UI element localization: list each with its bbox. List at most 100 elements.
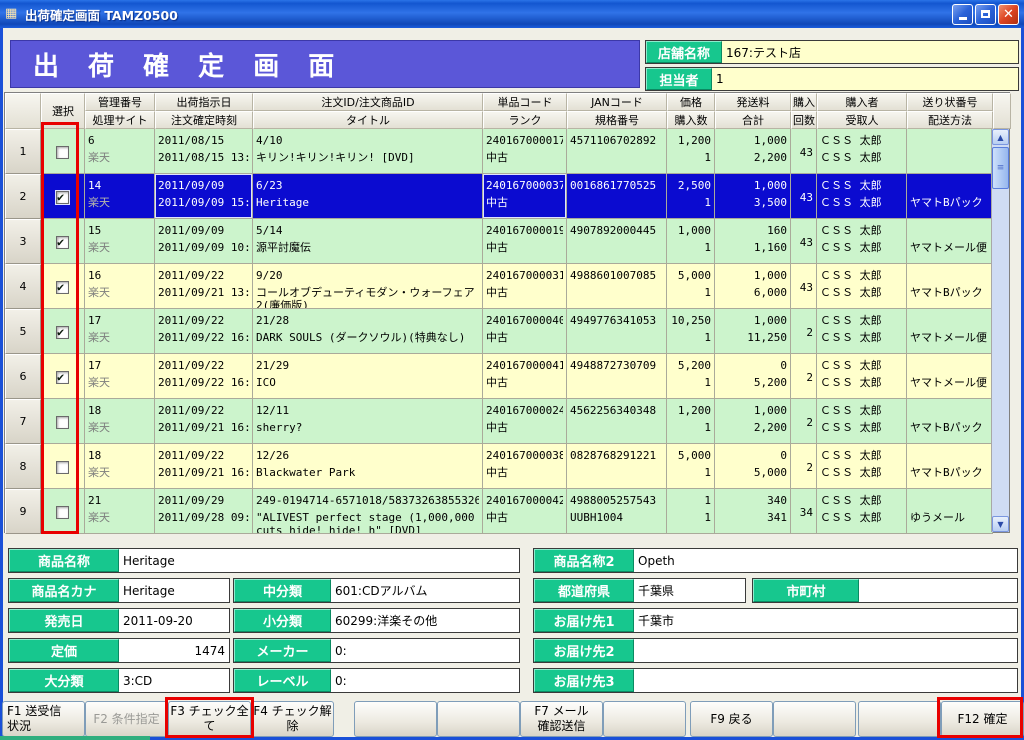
cell-price: 11 — [667, 489, 715, 534]
record-label-label: レーベル — [234, 669, 331, 692]
cell-buyer-line1: ＣＳＳ 太郎 — [820, 134, 882, 147]
cell-code-line1: 240167000038 — [486, 449, 563, 462]
cell-kanri: 16 楽天 — [85, 264, 155, 309]
row-checkbox[interactable] — [56, 280, 69, 294]
release-date-value[interactable]: 2011-09-20 — [119, 609, 229, 632]
header-times-bottom: 回数 — [791, 111, 817, 129]
cell-invoice-line2: ヤマトメール便 — [910, 376, 987, 389]
table-row[interactable]: 3 15 楽天 2011/09/09 2011/09/09 10:43 5/14 源平討魔伝… — [5, 219, 993, 264]
store-name-value[interactable]: 167:テスト店 — [722, 41, 1018, 63]
table-row[interactable]: 7 18 楽天 2011/09/22 2011/09/21 16:46 12/11 sher… — [5, 399, 993, 444]
cell-order-title: 12/26 Blackwater Park — [253, 444, 483, 489]
header-col-times: 購入 回数 — [791, 93, 817, 129]
staff-value[interactable]: 1 — [712, 68, 1018, 90]
fkey-f4-button[interactable]: F4 チェック解除 — [251, 701, 334, 737]
row-checkbox[interactable] — [56, 370, 69, 384]
fkey-empty-slot — [773, 701, 856, 737]
cell-fee-line2: 11,250 — [747, 331, 787, 344]
maximize-button[interactable] — [975, 3, 996, 25]
cell-price: 2,500 1 — [667, 174, 715, 219]
scroll-down-icon[interactable]: ▼ — [992, 516, 1009, 532]
cell-buyer: ＣＳＳ 太郎 ＣＳＳ 太郎 — [817, 219, 907, 264]
cell-date-line2: 2011/09/22 16:32 — [158, 376, 249, 389]
table-row[interactable]: 9 21 楽天 2011/09/29 2011/09/28 09:35 249-01947… — [5, 489, 993, 534]
cell-jan-line1: 0828768291221 — [570, 449, 657, 462]
mid-class-value[interactable]: 601:CDアルバム — [331, 579, 519, 602]
table-row[interactable]: 4 16 楽天 2011/09/22 2011/09/21 13:11 9/20 コールオブ… — [5, 264, 993, 309]
prefecture-value[interactable]: 千葉県 — [634, 579, 745, 602]
cell-jan-line1: 4571106702892 — [570, 134, 657, 147]
row-checkbox[interactable] — [56, 146, 69, 159]
item-name2-value[interactable]: Opeth — [634, 549, 1017, 572]
cell-buyer-line2: ＣＳＳ 太郎 — [820, 331, 882, 344]
table-row[interactable]: 2 14 楽天 2011/09/09 2011/09/09 15:23 6/23 Herit… — [5, 174, 993, 219]
cell-price-line2: 1 — [704, 241, 711, 254]
item-kana-value[interactable]: Heritage — [119, 579, 229, 602]
cell-price: 1,200 1 — [667, 129, 715, 174]
sub-class-value[interactable]: 60299:洋楽その他 — [331, 609, 519, 632]
close-button[interactable]: ✕ — [998, 3, 1019, 25]
cell-order-title-line2: 源平討魔伝 — [256, 241, 311, 254]
cell-code-line1: 240167000041 — [486, 359, 563, 372]
cell-fee: 1,000 11,250 — [715, 309, 791, 354]
cell-code-line2: 中古 — [486, 331, 508, 344]
select-cell — [41, 354, 85, 399]
cell-jan: 4988601007085 — [567, 264, 667, 309]
header-times-top: 購入 — [791, 93, 817, 111]
fkey-f1-button[interactable]: F1 送受信 状況 — [2, 701, 85, 737]
cell-date-line1: 2011/09/22 — [158, 314, 225, 327]
cell-code-line2: 中古 — [486, 241, 508, 254]
city-value[interactable] — [859, 579, 1017, 602]
row-checkbox[interactable] — [56, 235, 69, 249]
vertical-scrollbar[interactable]: ▲ ≡ ▼ — [991, 129, 1009, 532]
row-checkbox[interactable] — [56, 325, 69, 339]
cell-order-title-line1: 12/26 — [256, 449, 290, 462]
table-row[interactable]: 617楽天2011/09/222011/09/22 16:3221/29ICO2… — [5, 354, 993, 399]
header-kanri-top: 管理番号 — [85, 93, 155, 111]
cell-code-line1: 240167000017 — [486, 134, 563, 147]
cell-code: 240167000019 中古 — [483, 219, 567, 264]
maker-value[interactable]: 0: — [331, 639, 519, 662]
cell-buyer: ＣＳＳ 太郎 ＣＳＳ 太郎 — [817, 399, 907, 444]
item-name-value[interactable]: Heritage — [119, 549, 519, 572]
fkey-f3-button[interactable]: F3 チェック全て — [168, 701, 251, 737]
table-row[interactable]: 1 6 楽天 2011/08/15 2011/08/15 13:11 4/10 キリン!キリ… — [5, 129, 993, 174]
cell-times: 34 — [791, 489, 817, 534]
fkey-f7-button[interactable]: F7 メール 確認送信 — [520, 701, 603, 737]
cell-order-title: 249-0194714-6571018/58373263855326 "ALIVE… — [253, 489, 483, 534]
fkey-f9-button[interactable]: F9 戻る — [690, 701, 773, 737]
cell-date: 2011/09/22 2011/09/21 16:46 — [155, 399, 253, 444]
scrollbar-thumb[interactable]: ≡ — [992, 147, 1009, 189]
cell-kanri-line1: 17 — [88, 359, 102, 372]
header-col-fee: 発送料 合計 — [715, 93, 791, 129]
header-jan-bottom: 規格番号 — [567, 111, 667, 129]
big-class-group: 大分類 3:CD — [8, 668, 230, 693]
cell-invoice: ヤマトBパック — [907, 399, 993, 444]
cell-date-line2: 2011/09/21 16:46 — [158, 466, 249, 479]
cell-order-title-line1: 21/28 — [256, 314, 290, 327]
addr1-value[interactable]: 千葉市 — [634, 609, 1017, 632]
scroll-up-icon[interactable]: ▲ — [992, 129, 1009, 145]
record-label-value[interactable]: 0: — [331, 669, 519, 692]
addr3-value[interactable] — [634, 669, 1017, 692]
big-class-value[interactable]: 3:CD — [119, 669, 229, 692]
row-number: 5 — [5, 309, 41, 354]
addr2-value[interactable] — [634, 639, 1017, 662]
close-icon: ✕ — [1003, 6, 1014, 22]
cell-invoice: ヤマトBパック — [907, 444, 993, 489]
big-class-label: 大分類 — [9, 669, 119, 692]
minimize-button[interactable] — [952, 3, 973, 25]
row-checkbox[interactable] — [56, 506, 69, 519]
row-checkbox[interactable] — [56, 461, 69, 474]
cell-buyer-line2: ＣＳＳ 太郎 — [820, 466, 882, 479]
row-checkbox[interactable] — [56, 190, 69, 204]
cell-fee: 1,000 2,200 — [715, 129, 791, 174]
list-price-value[interactable]: 1474 — [119, 639, 229, 662]
row-checkbox[interactable] — [56, 416, 69, 429]
cell-buyer-line2: ＣＳＳ 太郎 — [820, 511, 882, 524]
cell-times: 2 — [791, 309, 817, 354]
fkey-f12-button[interactable]: F12 確定 — [941, 701, 1024, 737]
cell-price-line1: 5,000 — [677, 449, 711, 462]
table-row[interactable]: 8 18 楽天 2011/09/22 2011/09/21 16:46 12/26 Blac… — [5, 444, 993, 489]
table-row[interactable]: 5 17 楽天 2011/09/22 2011/09/22 16:32 21/28 DARK… — [5, 309, 993, 354]
